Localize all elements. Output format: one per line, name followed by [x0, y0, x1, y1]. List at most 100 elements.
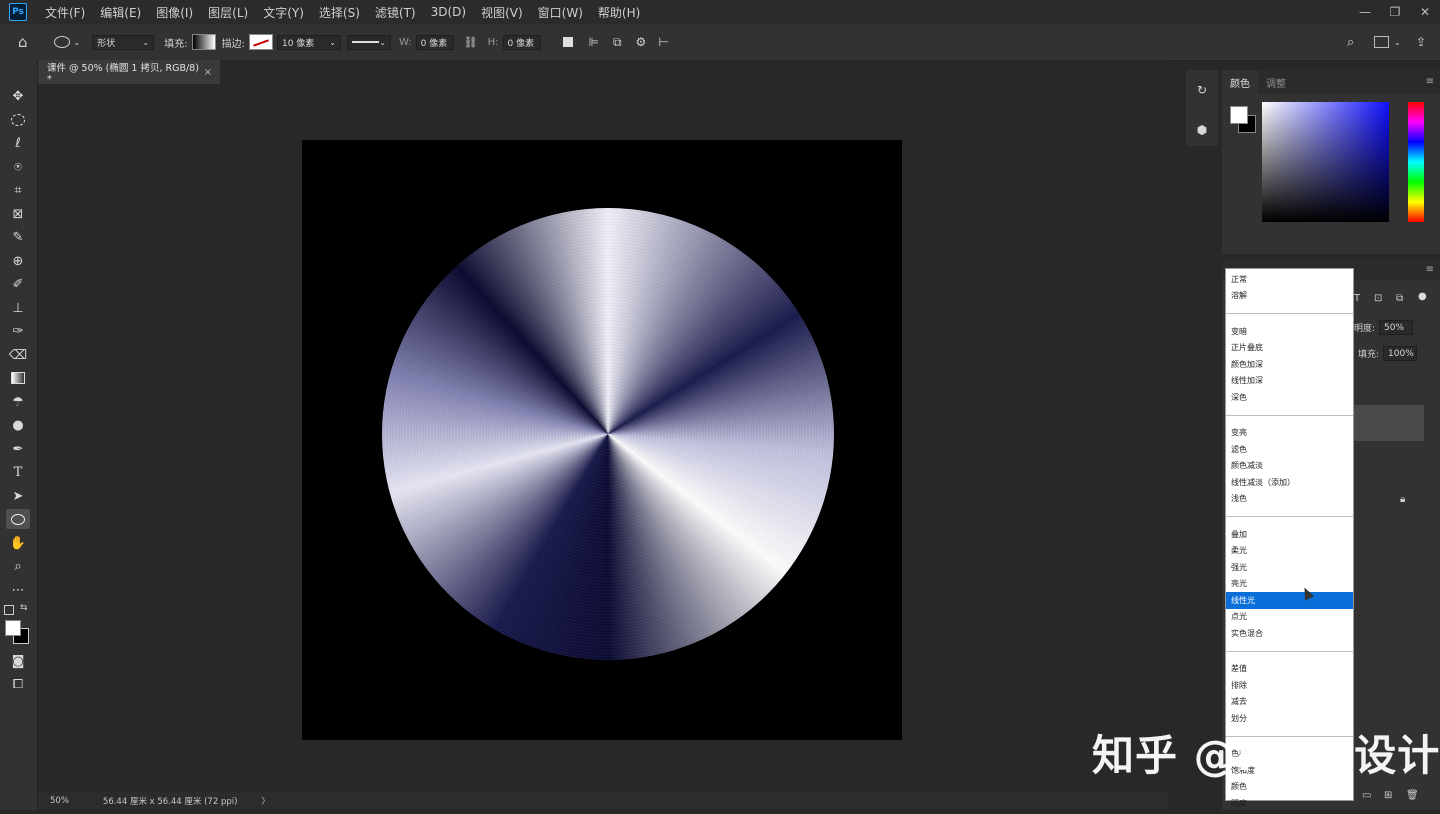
document-canvas[interactable]: [302, 140, 902, 740]
filter-smart-object-icon[interactable]: ⧉: [1396, 293, 1403, 304]
quick-selection-tool-icon[interactable]: ⍟: [6, 157, 30, 177]
quick-mask-icon[interactable]: ◙: [6, 651, 30, 671]
blend-mode-option-selected[interactable]: 线性光: [1226, 592, 1353, 609]
menu-image[interactable]: 图像(I): [156, 4, 193, 21]
dodge-tool-icon[interactable]: ●: [6, 415, 30, 435]
path-selection-tool-icon[interactable]: ➤: [6, 486, 30, 506]
blend-mode-option[interactable]: 减去: [1226, 694, 1353, 711]
height-field[interactable]: 0 像素: [502, 34, 541, 50]
3d-icon[interactable]: ⬢: [1192, 120, 1212, 140]
path-alignment-icon[interactable]: ⊫: [589, 35, 599, 49]
ellipse-tool-icon[interactable]: [6, 509, 30, 529]
ellipse-tool-preset-icon[interactable]: [53, 36, 70, 48]
blend-mode-option[interactable]: 正片叠底: [1226, 340, 1353, 357]
path-operations-icon[interactable]: [562, 37, 573, 47]
gradient-tool-icon[interactable]: [6, 368, 30, 388]
blend-mode-option[interactable]: 线性加深: [1226, 373, 1353, 390]
blend-mode-option[interactable]: 深色: [1226, 389, 1353, 406]
chevron-down-icon[interactable]: ⌄: [74, 38, 81, 47]
foreground-color-swatch[interactable]: [1230, 106, 1248, 124]
blend-mode-option[interactable]: 变暗: [1226, 323, 1353, 340]
blend-mode-option[interactable]: 滤色: [1226, 441, 1353, 458]
zoom-level[interactable]: 50%: [50, 796, 69, 806]
blend-mode-option[interactable]: 柔光: [1226, 543, 1353, 560]
marquee-tool-icon[interactable]: [6, 110, 30, 130]
menu-file[interactable]: 文件(F): [45, 4, 85, 21]
tab-color[interactable]: 颜色: [1222, 70, 1258, 94]
new-layer-icon[interactable]: ⊞: [1384, 790, 1392, 801]
delete-layer-icon[interactable]: 🗑︎: [1406, 790, 1419, 801]
menu-edit[interactable]: 编辑(E): [100, 4, 141, 21]
tab-adjustments[interactable]: 调整: [1258, 70, 1294, 94]
menu-select[interactable]: 选择(S): [319, 4, 360, 21]
screen-mode-icon[interactable]: ⧠: [6, 674, 30, 694]
menu-view[interactable]: 视图(V): [481, 4, 523, 21]
brush-tool-icon[interactable]: ✐: [6, 274, 30, 294]
stroke-width-field[interactable]: 10 像素 ⌄: [276, 34, 341, 50]
type-tool-icon[interactable]: T: [6, 462, 30, 482]
stroke-swatch[interactable]: [248, 34, 273, 50]
blend-mode-option[interactable]: 明度: [1226, 795, 1353, 812]
menu-3d[interactable]: 3D(D): [431, 5, 466, 19]
blend-mode-option[interactable]: 颜色减淡: [1226, 458, 1353, 475]
panel-menu-icon[interactable]: ≡: [1426, 264, 1434, 275]
menu-help[interactable]: 帮助(H): [598, 4, 640, 21]
blend-mode-option[interactable]: 正常: [1226, 271, 1353, 288]
blend-mode-option[interactable]: 亮光: [1226, 576, 1353, 593]
path-arrangement-icon[interactable]: ⧉: [613, 35, 622, 50]
filter-type-icon[interactable]: T: [1354, 293, 1360, 304]
pen-tool-icon[interactable]: ✒: [6, 439, 30, 459]
blend-mode-option[interactable]: 实色混合: [1226, 625, 1353, 642]
stroke-type-select[interactable]: ⌄: [346, 34, 391, 50]
blend-mode-option[interactable]: 点光: [1226, 609, 1353, 626]
home-icon[interactable]: ⌂: [18, 33, 28, 51]
eyedropper-tool-icon[interactable]: ✎: [6, 227, 30, 247]
blend-mode-option[interactable]: 变亮: [1226, 425, 1353, 442]
blend-mode-option[interactable]: 排除: [1226, 677, 1353, 694]
default-colors-icon[interactable]: [4, 605, 14, 615]
selected-layer-row[interactable]: [1352, 405, 1424, 441]
blend-mode-option[interactable]: 溶解: [1226, 288, 1353, 305]
hue-slider[interactable]: [1408, 102, 1424, 222]
blend-mode-option[interactable]: 强光: [1226, 559, 1353, 576]
menu-window[interactable]: 窗口(W): [538, 4, 583, 21]
more-tools-icon[interactable]: ⋯: [6, 580, 30, 600]
blend-mode-option[interactable]: 线性减淡（添加）: [1226, 474, 1353, 491]
frame-tool-icon[interactable]: ⊠: [6, 204, 30, 224]
crop-tool-icon[interactable]: ⌗: [6, 180, 30, 200]
minimize-icon[interactable]: —: [1350, 5, 1380, 19]
workspace-icon[interactable]: [1374, 36, 1389, 48]
mode-select[interactable]: 形状 ⌄: [92, 34, 155, 50]
blend-mode-option[interactable]: 叠加: [1226, 526, 1353, 543]
document-tab[interactable]: 课件 @ 50% (椭圆 1 拷贝, RGB/8) * ×: [38, 60, 220, 85]
foreground-color-swatch[interactable]: [5, 620, 21, 636]
fill-swatch[interactable]: [191, 34, 216, 50]
history-icon[interactable]: ↻: [1192, 80, 1212, 100]
blend-mode-option[interactable]: 颜色加深: [1226, 356, 1353, 373]
filter-toggle-icon[interactable]: ●: [1418, 291, 1427, 302]
share-icon[interactable]: ⇪: [1416, 35, 1426, 49]
gear-icon[interactable]: ⚙: [636, 35, 647, 49]
history-brush-tool-icon[interactable]: ✑: [6, 321, 30, 341]
opacity-field[interactable]: 50%: [1379, 320, 1414, 335]
move-tool-icon[interactable]: ✥: [6, 86, 30, 106]
menu-layer[interactable]: 图层(L): [208, 4, 248, 21]
blend-mode-option[interactable]: 差值: [1226, 661, 1353, 678]
blend-mode-option[interactable]: 浅色: [1226, 491, 1353, 508]
menu-type[interactable]: 文字(Y): [263, 4, 304, 21]
clone-stamp-tool-icon[interactable]: ⊥: [6, 298, 30, 318]
new-group-icon[interactable]: ▭: [1362, 790, 1371, 801]
zoom-tool-icon[interactable]: ⌕: [6, 556, 30, 576]
swap-colors-icon[interactable]: ⇆: [20, 603, 28, 613]
align-edges-icon[interactable]: ⊢: [658, 35, 668, 49]
lasso-tool-icon[interactable]: ℓ: [6, 133, 30, 153]
blur-tool-icon[interactable]: ☂: [6, 392, 30, 412]
hand-tool-icon[interactable]: ✋: [6, 533, 30, 553]
fill-field[interactable]: 100%: [1383, 346, 1418, 361]
width-field[interactable]: 0 像素: [415, 34, 454, 50]
restore-icon[interactable]: ❐: [1380, 5, 1410, 19]
status-menu-arrow-icon[interactable]: 〉: [261, 795, 270, 807]
link-icon[interactable]: ⛓: [464, 36, 478, 49]
color-picker-field[interactable]: [1262, 102, 1389, 222]
chevron-down-icon[interactable]: ⌄: [1394, 38, 1401, 47]
